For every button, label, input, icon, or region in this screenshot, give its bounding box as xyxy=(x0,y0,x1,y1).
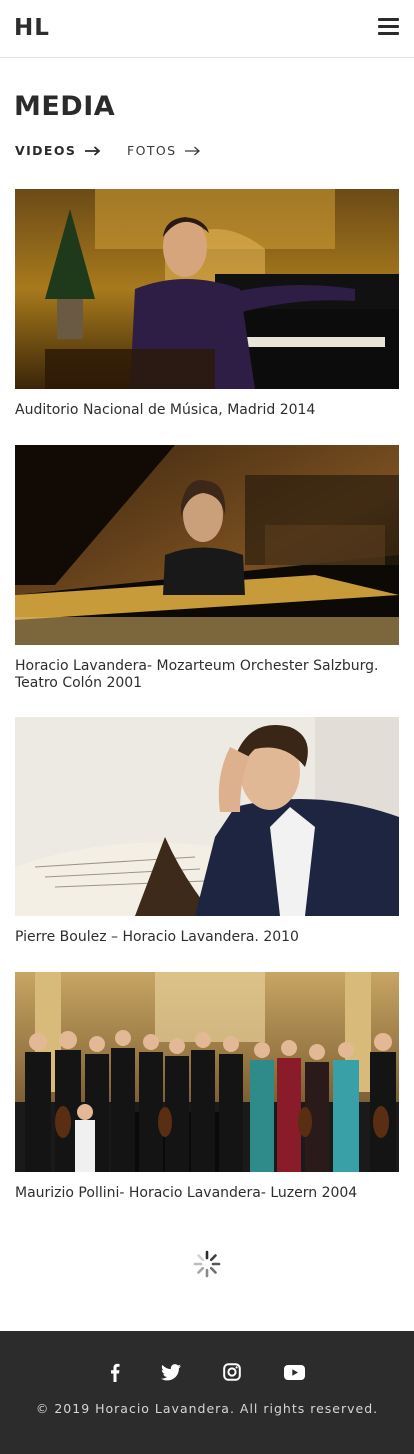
instagram-icon[interactable] xyxy=(223,1361,241,1383)
media-caption: Maurizio Pollini- Horacio Lavandera- Luz… xyxy=(15,1185,358,1201)
media-caption: Auditorio Nacional de Música, Madrid 201… xyxy=(15,402,316,418)
page-title: MEDIA xyxy=(14,91,116,122)
twitter-icon[interactable] xyxy=(160,1361,182,1383)
hamburger-menu-icon[interactable] xyxy=(378,18,400,38)
media-caption: Horacio Lavandera- Mozarteum Orchester S… xyxy=(15,658,379,691)
arrow-right-icon xyxy=(185,146,201,156)
media-item: Horacio Lavandera- Mozarteum Orchester S… xyxy=(15,445,399,692)
media-photo[interactable] xyxy=(15,189,399,389)
media-caption: Pierre Boulez – Horacio Lavandera. 2010 xyxy=(15,929,299,945)
copyright-text: © 2019 Horacio Lavandera. All rights res… xyxy=(35,1401,379,1416)
site-footer: © 2019 Horacio Lavandera. All rights res… xyxy=(0,1331,414,1454)
spinner-icon xyxy=(193,1250,221,1278)
youtube-icon[interactable] xyxy=(283,1361,305,1383)
media-photo[interactable] xyxy=(15,445,399,645)
facebook-icon[interactable] xyxy=(107,1361,123,1383)
media-item: Auditorio Nacional de Música, Madrid 201… xyxy=(15,189,399,419)
site-header: HL xyxy=(0,0,414,58)
media-tabs: VIDEOS FOTOS xyxy=(15,143,395,163)
tab-fotos-label: FOTOS xyxy=(127,143,177,158)
social-links xyxy=(0,1361,414,1383)
media-photo[interactable] xyxy=(15,717,399,916)
tab-fotos[interactable]: FOTOS xyxy=(127,143,201,158)
media-item: Maurizio Pollini- Horacio Lavandera- Luz… xyxy=(15,972,399,1202)
tab-videos[interactable]: VIDEOS xyxy=(15,143,101,158)
tab-videos-label: VIDEOS xyxy=(15,143,77,158)
media-photo[interactable] xyxy=(15,972,399,1172)
site-logo[interactable]: HL xyxy=(14,15,50,41)
arrow-right-icon xyxy=(85,145,101,156)
media-item: Pierre Boulez – Horacio Lavandera. 2010 xyxy=(15,717,399,946)
